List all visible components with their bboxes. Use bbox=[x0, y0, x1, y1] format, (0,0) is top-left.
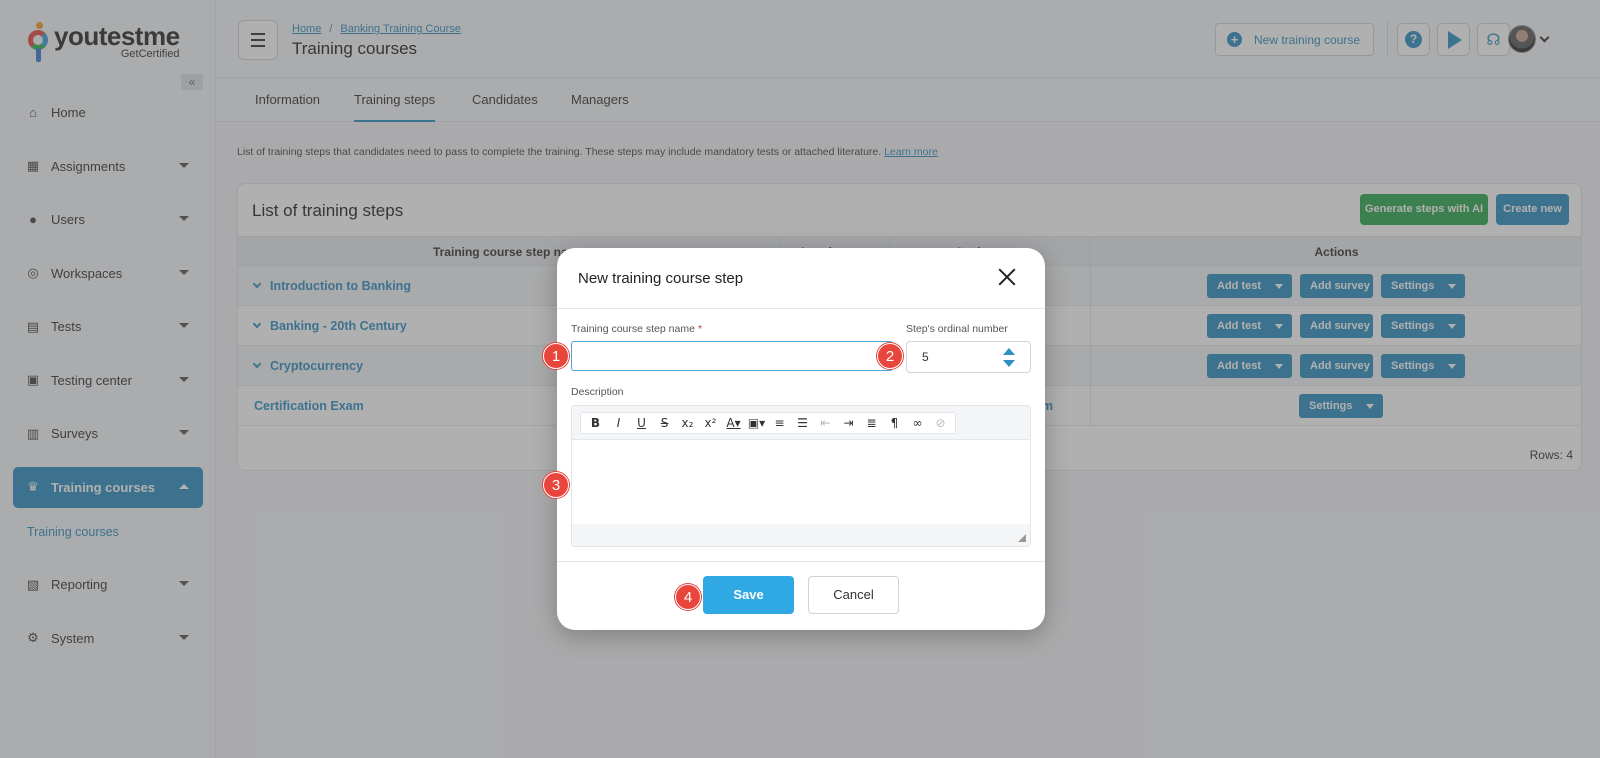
editor-statusbar bbox=[572, 524, 1030, 546]
cancel-button[interactable]: Cancel bbox=[808, 576, 899, 614]
bold-icon[interactable]: B bbox=[584, 413, 607, 433]
annotation-badge-2: 2 bbox=[877, 343, 903, 369]
new-step-dialog: New training course step Training course… bbox=[557, 248, 1045, 630]
subscript-icon[interactable]: x₂ bbox=[676, 413, 699, 433]
description-label: Description bbox=[571, 386, 624, 398]
outdent-icon[interactable]: ⇤ bbox=[814, 413, 837, 433]
bullet-list-icon[interactable]: ☰ bbox=[791, 413, 814, 433]
increment-icon[interactable] bbox=[1003, 348, 1015, 355]
align-left-icon[interactable]: ≣ bbox=[860, 413, 883, 433]
superscript-icon[interactable]: x² bbox=[699, 413, 722, 433]
decrement-icon[interactable] bbox=[1003, 360, 1015, 367]
underline-icon[interactable]: U bbox=[630, 413, 653, 433]
dialog-divider bbox=[557, 561, 1045, 562]
link-icon[interactable]: ∞ bbox=[906, 413, 929, 433]
italic-icon[interactable]: I bbox=[607, 413, 630, 433]
font-color-icon[interactable]: A▾ bbox=[722, 413, 745, 433]
dialog-divider bbox=[557, 308, 1045, 309]
unlink-icon[interactable]: ⊘ bbox=[929, 413, 952, 433]
step-name-label: Training course step name * bbox=[571, 323, 703, 335]
ordinal-number-value: 5 bbox=[922, 350, 929, 364]
ordinal-number-stepper[interactable]: 5 bbox=[906, 341, 1031, 373]
paragraph-direction-icon[interactable]: ¶ bbox=[883, 413, 906, 433]
highlight-color-icon[interactable]: ▣▾ bbox=[745, 413, 768, 433]
ordinal-number-label: Step's ordinal number bbox=[906, 323, 1008, 335]
indent-icon[interactable]: ⇥ bbox=[837, 413, 860, 433]
save-button[interactable]: Save bbox=[703, 576, 794, 614]
annotation-badge-3: 3 bbox=[543, 472, 569, 498]
annotation-badge-4: 4 bbox=[675, 584, 701, 610]
ordered-list-icon[interactable]: ≡ bbox=[768, 413, 791, 433]
dialog-title: New training course step bbox=[578, 270, 744, 287]
annotation-badge-1: 1 bbox=[543, 343, 569, 369]
resize-handle-icon[interactable] bbox=[1018, 534, 1026, 542]
strikethrough-icon[interactable]: S bbox=[653, 413, 676, 433]
description-editor[interactable]: B I U S x₂ x² A▾ ▣▾ ≡ ☰ ⇤ ⇥ ≣ ¶ ∞ ⊘ bbox=[571, 405, 1031, 547]
editor-toolbar: B I U S x₂ x² A▾ ▣▾ ≡ ☰ ⇤ ⇥ ≣ ¶ ∞ ⊘ bbox=[580, 412, 956, 434]
step-name-input[interactable] bbox=[571, 341, 893, 371]
close-icon[interactable] bbox=[998, 268, 1016, 286]
